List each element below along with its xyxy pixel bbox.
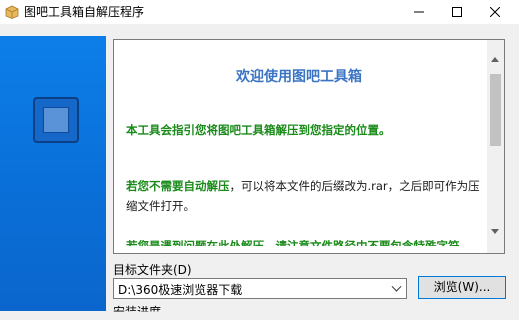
sidebar-banner	[0, 36, 106, 311]
rar-tip-paragraph: 若您不需要自动解压，可以将本文件的后缀改为.rar，之后即可作为压缩文件打开。	[126, 176, 484, 216]
intro-highlight: 本工具会指引您将图吧工具箱解压到您指定的位置。	[126, 123, 391, 137]
info-text-panel: 欢迎使用图吧工具箱 本工具会指引您将图吧工具箱解压到您指定的位置。 若您不需要自…	[113, 39, 505, 254]
welcome-title: 欢迎使用图吧工具箱	[236, 69, 362, 85]
logo-icon	[33, 97, 79, 143]
package-icon	[5, 5, 19, 19]
target-folder-label: 目标文件夹(D)	[113, 263, 192, 277]
chevron-down-icon[interactable]	[391, 281, 402, 292]
vertical-scrollbar[interactable]	[487, 40, 504, 253]
maximize-button[interactable]	[437, 0, 477, 24]
scroll-up-icon[interactable]	[491, 57, 499, 62]
scroll-thumb[interactable]	[490, 74, 501, 146]
target-folder-select[interactable]: D:\360极速浏览器下载	[113, 278, 407, 299]
maximize-icon	[452, 7, 462, 17]
minimize-button[interactable]	[399, 0, 439, 24]
close-icon	[490, 7, 500, 17]
window-title: 图吧工具箱自解压程序	[24, 5, 145, 19]
install-progress-label: 安装进度	[113, 305, 162, 319]
minimize-icon	[414, 11, 424, 13]
scroll-down-icon[interactable]	[491, 229, 499, 234]
title-bar: 图吧工具箱自解压程序	[0, 0, 519, 24]
intro-paragraph: 本工具会指引您将图吧工具箱解压到您指定的位置。	[126, 120, 484, 140]
rar-tip-highlight: 若您不需要自动解压	[126, 179, 230, 193]
browse-button[interactable]: 浏览(W)...	[418, 276, 506, 299]
target-folder-value: D:\360极速浏览器下载	[118, 283, 243, 297]
path-tip-text: 若您是遇到问题在此处解压，请注意文件路径中不要包含特殊字符。	[126, 239, 471, 253]
close-button[interactable]	[475, 0, 515, 24]
path-tip-paragraph: 若您是遇到问题在此处解压，请注意文件路径中不要包含特殊字符。	[126, 236, 484, 253]
